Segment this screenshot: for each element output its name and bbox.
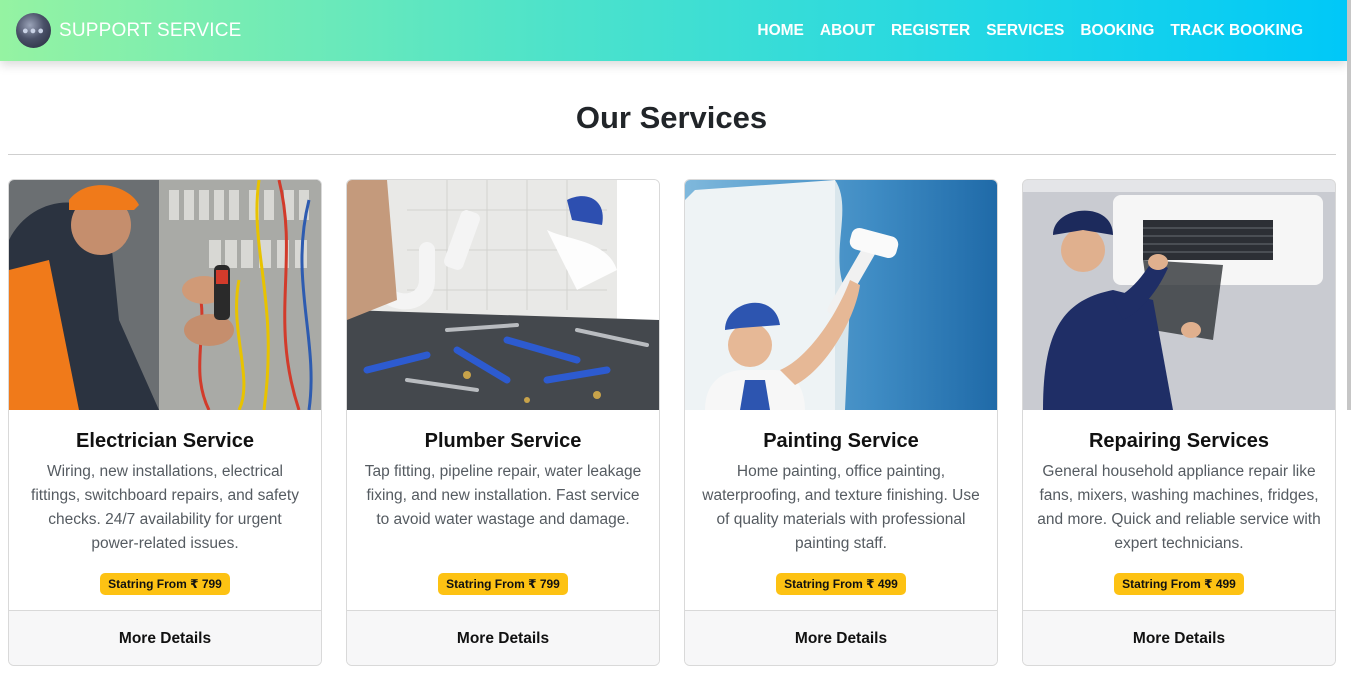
price-badge: Statring From ₹ 799 [347,573,659,595]
price-label: Statring From ₹ 799 [438,573,568,595]
electrician-photo [9,180,321,410]
more-details-button[interactable]: More Details [347,610,659,665]
card-title: Plumber Service [424,430,582,452]
service-card-plumber: Plumber Service Tap fitting, pipeline re… [346,179,660,666]
divider [8,154,1336,155]
painter-photo [685,180,997,410]
card-title: Repairing Services [1088,430,1270,452]
price-badge: Statring From ₹ 799 [9,573,321,595]
card-title: Painting Service [763,430,919,452]
nav-track-booking[interactable]: TRACK BOOKING [1170,22,1303,40]
price-label: Statring From ₹ 499 [776,573,906,595]
nav-booking[interactable]: BOOKING [1080,22,1154,40]
card-description: Tap fitting, pipeline repair, water leak… [364,463,642,528]
plumber-photo [347,180,659,410]
nav-about[interactable]: ABOUT [820,22,875,40]
nav-home[interactable]: HOME [757,22,804,40]
brand-name[interactable]: SUPPORT SERVICE [59,20,242,42]
nav-services[interactable]: SERVICES [986,22,1064,40]
price-label: Statring From ₹ 799 [100,573,230,595]
card-description: Home painting, office painting, waterpro… [702,463,980,552]
card-title: Electrician Service [76,430,254,452]
service-card-electrician: Electrician Service Wiring, new installa… [8,179,322,666]
ac-repair-photo [1023,180,1335,410]
more-details-button[interactable]: More Details [685,610,997,665]
more-details-button[interactable]: More Details [9,610,321,665]
services-grid: Electrician Service Wiring, new installa… [8,179,1336,667]
brand[interactable]: ●●● SUPPORT SERVICE [16,13,242,48]
price-label: Statring From ₹ 499 [1114,573,1244,595]
price-badge: Statring From ₹ 499 [685,573,997,595]
page-title: Our Services [575,100,768,135]
service-card-repairing: Repairing Services General household app… [1022,179,1336,666]
price-badge: Statring From ₹ 499 [1023,573,1335,595]
nav-register[interactable]: REGISTER [891,22,970,40]
nav-links: HOME ABOUT REGISTER SERVICES BOOKING TRA… [741,0,1303,61]
scrollbar[interactable] [1347,0,1351,410]
logo-icon: ●●● [16,13,51,48]
card-description: General household appliance repair like … [1037,463,1321,552]
service-card-painting: Painting Service Home painting, office p… [684,179,998,666]
more-details-button[interactable]: More Details [1023,610,1335,665]
navbar: ●●● SUPPORT SERVICE HOME ABOUT REGISTER … [0,0,1347,61]
card-description: Wiring, new installations, electrical fi… [31,463,299,552]
